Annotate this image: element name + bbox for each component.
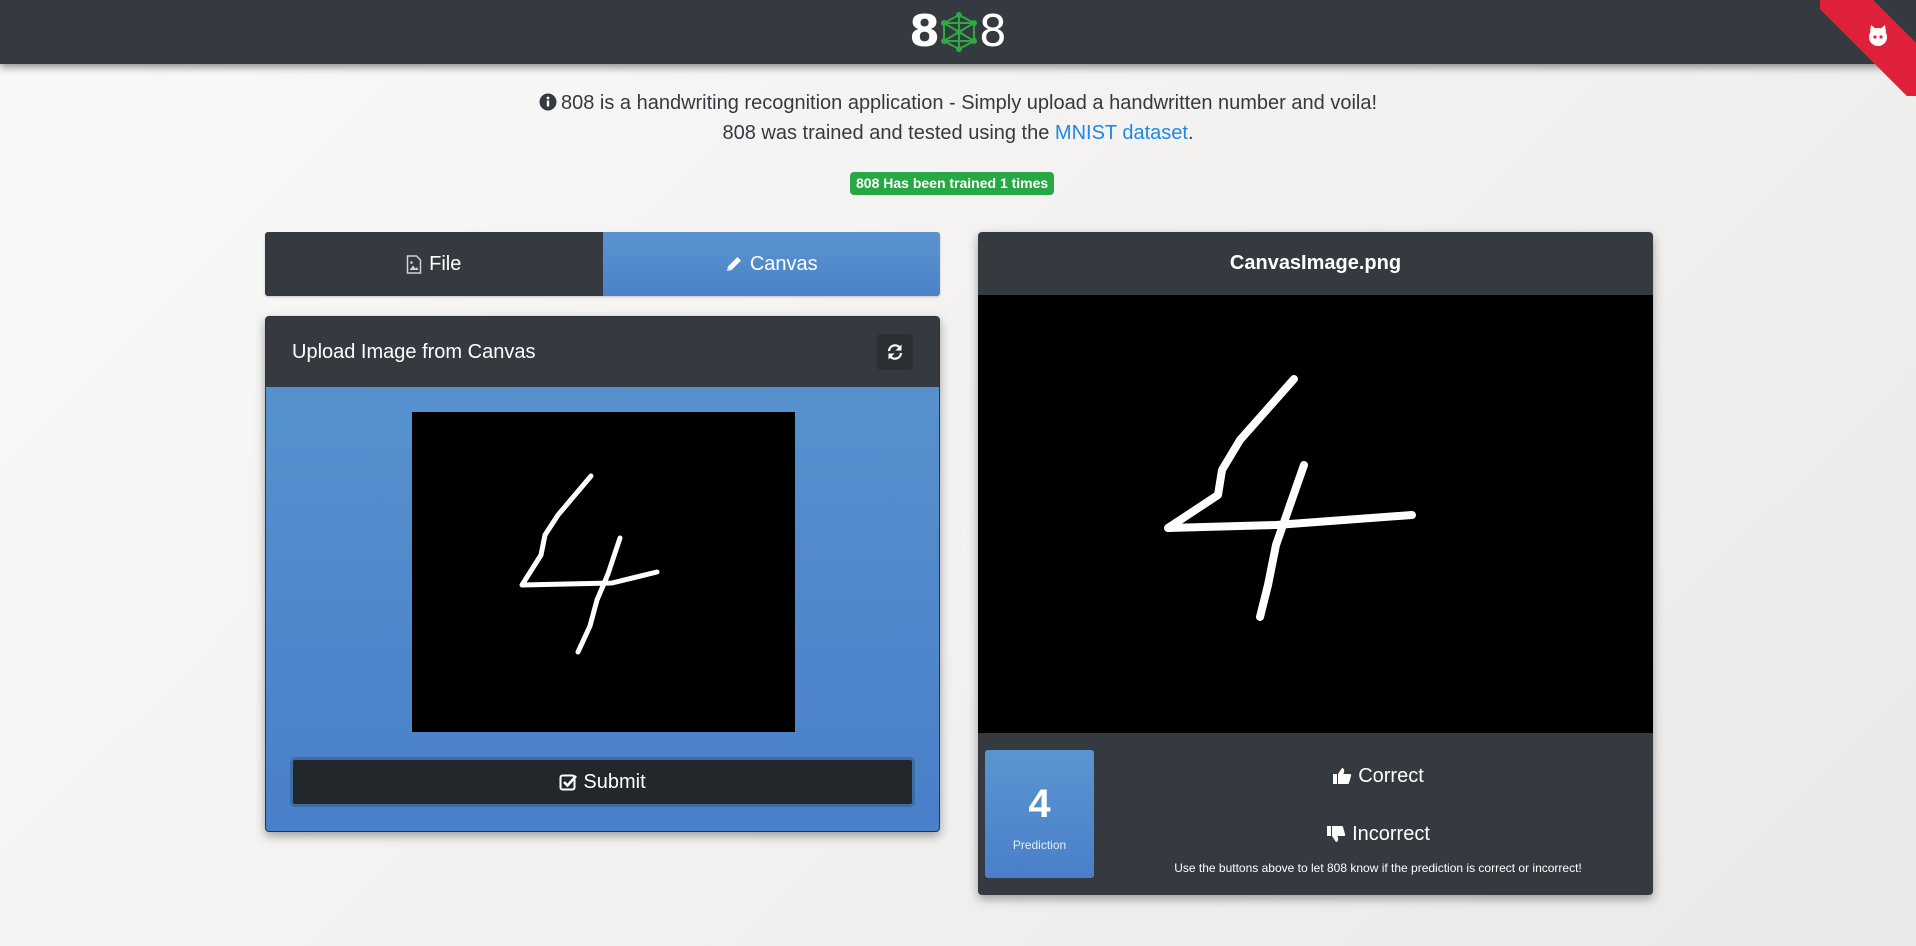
info-circle-icon (539, 93, 557, 111)
file-image-icon (406, 254, 422, 274)
refresh-icon (887, 344, 903, 360)
result-digit (1164, 375, 1416, 621)
intro-line-1: 808 is a handwriting recognition applica… (0, 88, 1916, 118)
drawn-digit (519, 473, 660, 655)
submit-button[interactable]: Submit (290, 757, 915, 807)
intro-dataset-suffix: . (1187, 122, 1194, 144)
app-logo[interactable]: 8 8 (909, 8, 1007, 56)
intro-dataset-prefix: 808 was trained and tested using the (722, 122, 1055, 144)
clear-canvas-button[interactable] (877, 334, 913, 370)
thumbs-down-icon (1327, 826, 1346, 842)
correct-button-label: Correct (1358, 764, 1424, 787)
intro-line-2: 808 was trained and tested using the MNI… (0, 118, 1916, 148)
github-ribbon[interactable] (1820, 0, 1916, 96)
logo-pixel-eight: 8 (909, 6, 940, 57)
result-card: CanvasImage.png 4 Prediction Correct Inc… (978, 232, 1653, 895)
upload-card-header: Upload Image from Canvas (266, 317, 939, 387)
github-corner[interactable] (1820, 0, 1916, 96)
logo-eight: 8 (978, 6, 1007, 57)
intro-description: 808 is a handwriting recognition applica… (560, 92, 1378, 114)
neural-network-icon (940, 12, 977, 52)
incorrect-button[interactable]: Incorrect (1118, 814, 1638, 854)
navbar: 8 8 (0, 0, 1916, 64)
correct-button[interactable]: Correct (1118, 756, 1638, 796)
result-image-preview (978, 295, 1653, 733)
tab-canvas-label: Canvas (749, 252, 818, 275)
incorrect-button-label: Incorrect (1352, 822, 1430, 845)
feedback-note: Use the buttons above to let 808 know if… (1174, 861, 1582, 875)
drawing-canvas[interactable] (412, 412, 795, 732)
prediction-value: 4 (1028, 782, 1051, 826)
github-octocat-icon (1869, 24, 1887, 46)
prediction-label: Prediction (1012, 838, 1067, 852)
intro-text: 808 is a handwriting recognition applica… (0, 88, 1916, 148)
tab-file-label: File (429, 252, 462, 275)
tab-file[interactable]: File (265, 232, 603, 296)
prediction-box: 4 Prediction (985, 750, 1094, 878)
mnist-dataset-link[interactable]: MNIST dataset (1055, 122, 1188, 144)
submit-button-label: Submit (583, 770, 646, 793)
upload-card: Upload Image from Canvas Submit (265, 316, 940, 832)
check-square-icon (559, 774, 578, 791)
result-image-filename: CanvasImage.png (1229, 252, 1402, 274)
upload-card-title: Upload Image from Canvas (292, 340, 536, 363)
input-mode-tabs: File Canvas (265, 232, 940, 296)
tab-canvas[interactable]: Canvas (602, 232, 940, 296)
pencil-icon (726, 257, 741, 271)
training-count-badge: 808 Has been trained 1 times (850, 172, 1055, 195)
thumbs-up-icon (1333, 768, 1352, 784)
